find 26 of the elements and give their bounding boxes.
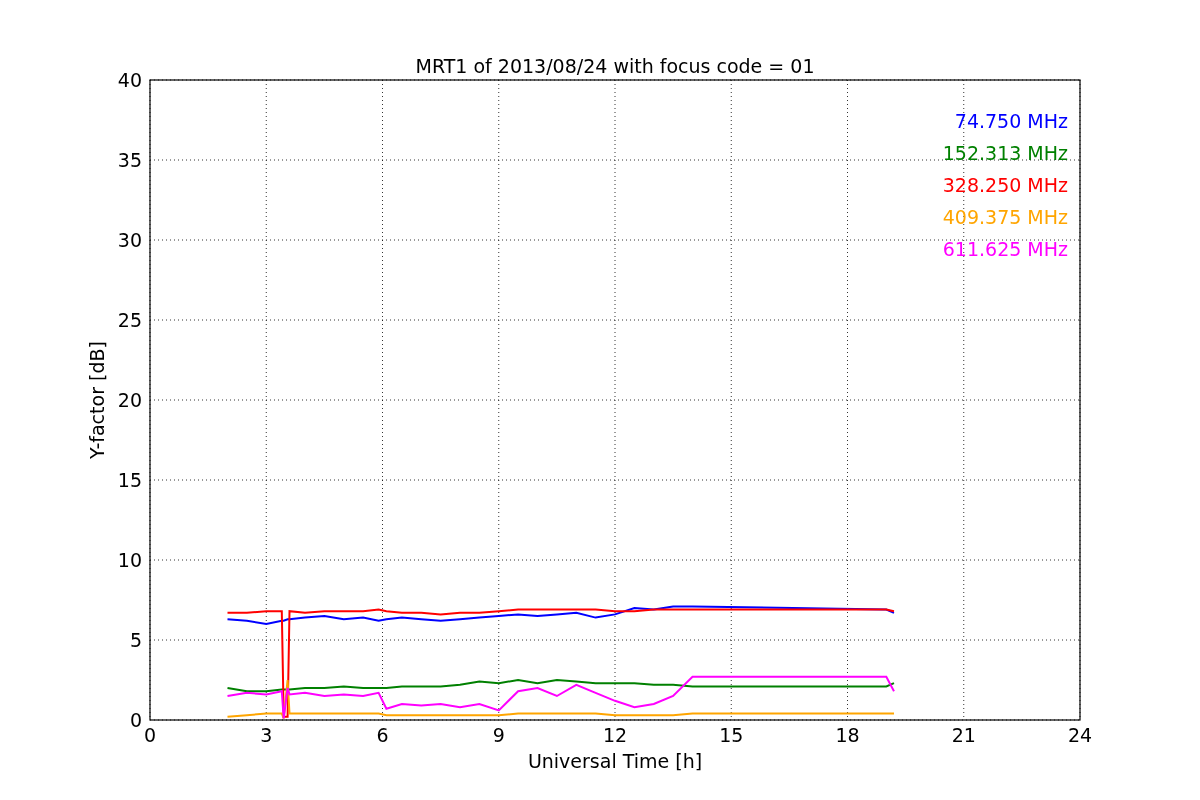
tick-label: 5 bbox=[129, 629, 142, 651]
tick-label: 18 bbox=[835, 724, 860, 746]
tick-label: 25 bbox=[117, 309, 142, 331]
tick-label: 3 bbox=[260, 724, 273, 746]
tick-label: 24 bbox=[1067, 724, 1093, 746]
legend-label: 611.625 MHz bbox=[942, 238, 1068, 260]
tick-label: 0 bbox=[143, 724, 157, 746]
legend-label: 152.313 MHz bbox=[942, 142, 1068, 164]
legend-label: 328.250 MHz bbox=[942, 174, 1068, 196]
tick-label: 12 bbox=[602, 724, 628, 746]
tick-label: 35 bbox=[117, 149, 142, 171]
tick-label: 21 bbox=[951, 724, 976, 746]
tick-label: 15 bbox=[117, 469, 142, 491]
tick-label: 10 bbox=[117, 549, 142, 571]
chart-title: MRT1 of 2013/08/24 with focus code = 01 bbox=[415, 55, 815, 77]
legend-label: 409.375 MHz bbox=[942, 206, 1068, 228]
tick-label: 30 bbox=[117, 229, 142, 251]
tick-label: 40 bbox=[117, 69, 142, 91]
axis-label: Y-factor [dB] bbox=[86, 341, 108, 459]
tick-label: 6 bbox=[376, 724, 389, 746]
tick-label: 20 bbox=[117, 389, 142, 411]
tick-label: 9 bbox=[492, 724, 505, 746]
legend-label: 74.750 MHz bbox=[954, 110, 1068, 132]
tick-label: 0 bbox=[129, 709, 142, 731]
tick-label: 15 bbox=[719, 724, 744, 746]
axis-label: Universal Time [h] bbox=[527, 750, 703, 772]
